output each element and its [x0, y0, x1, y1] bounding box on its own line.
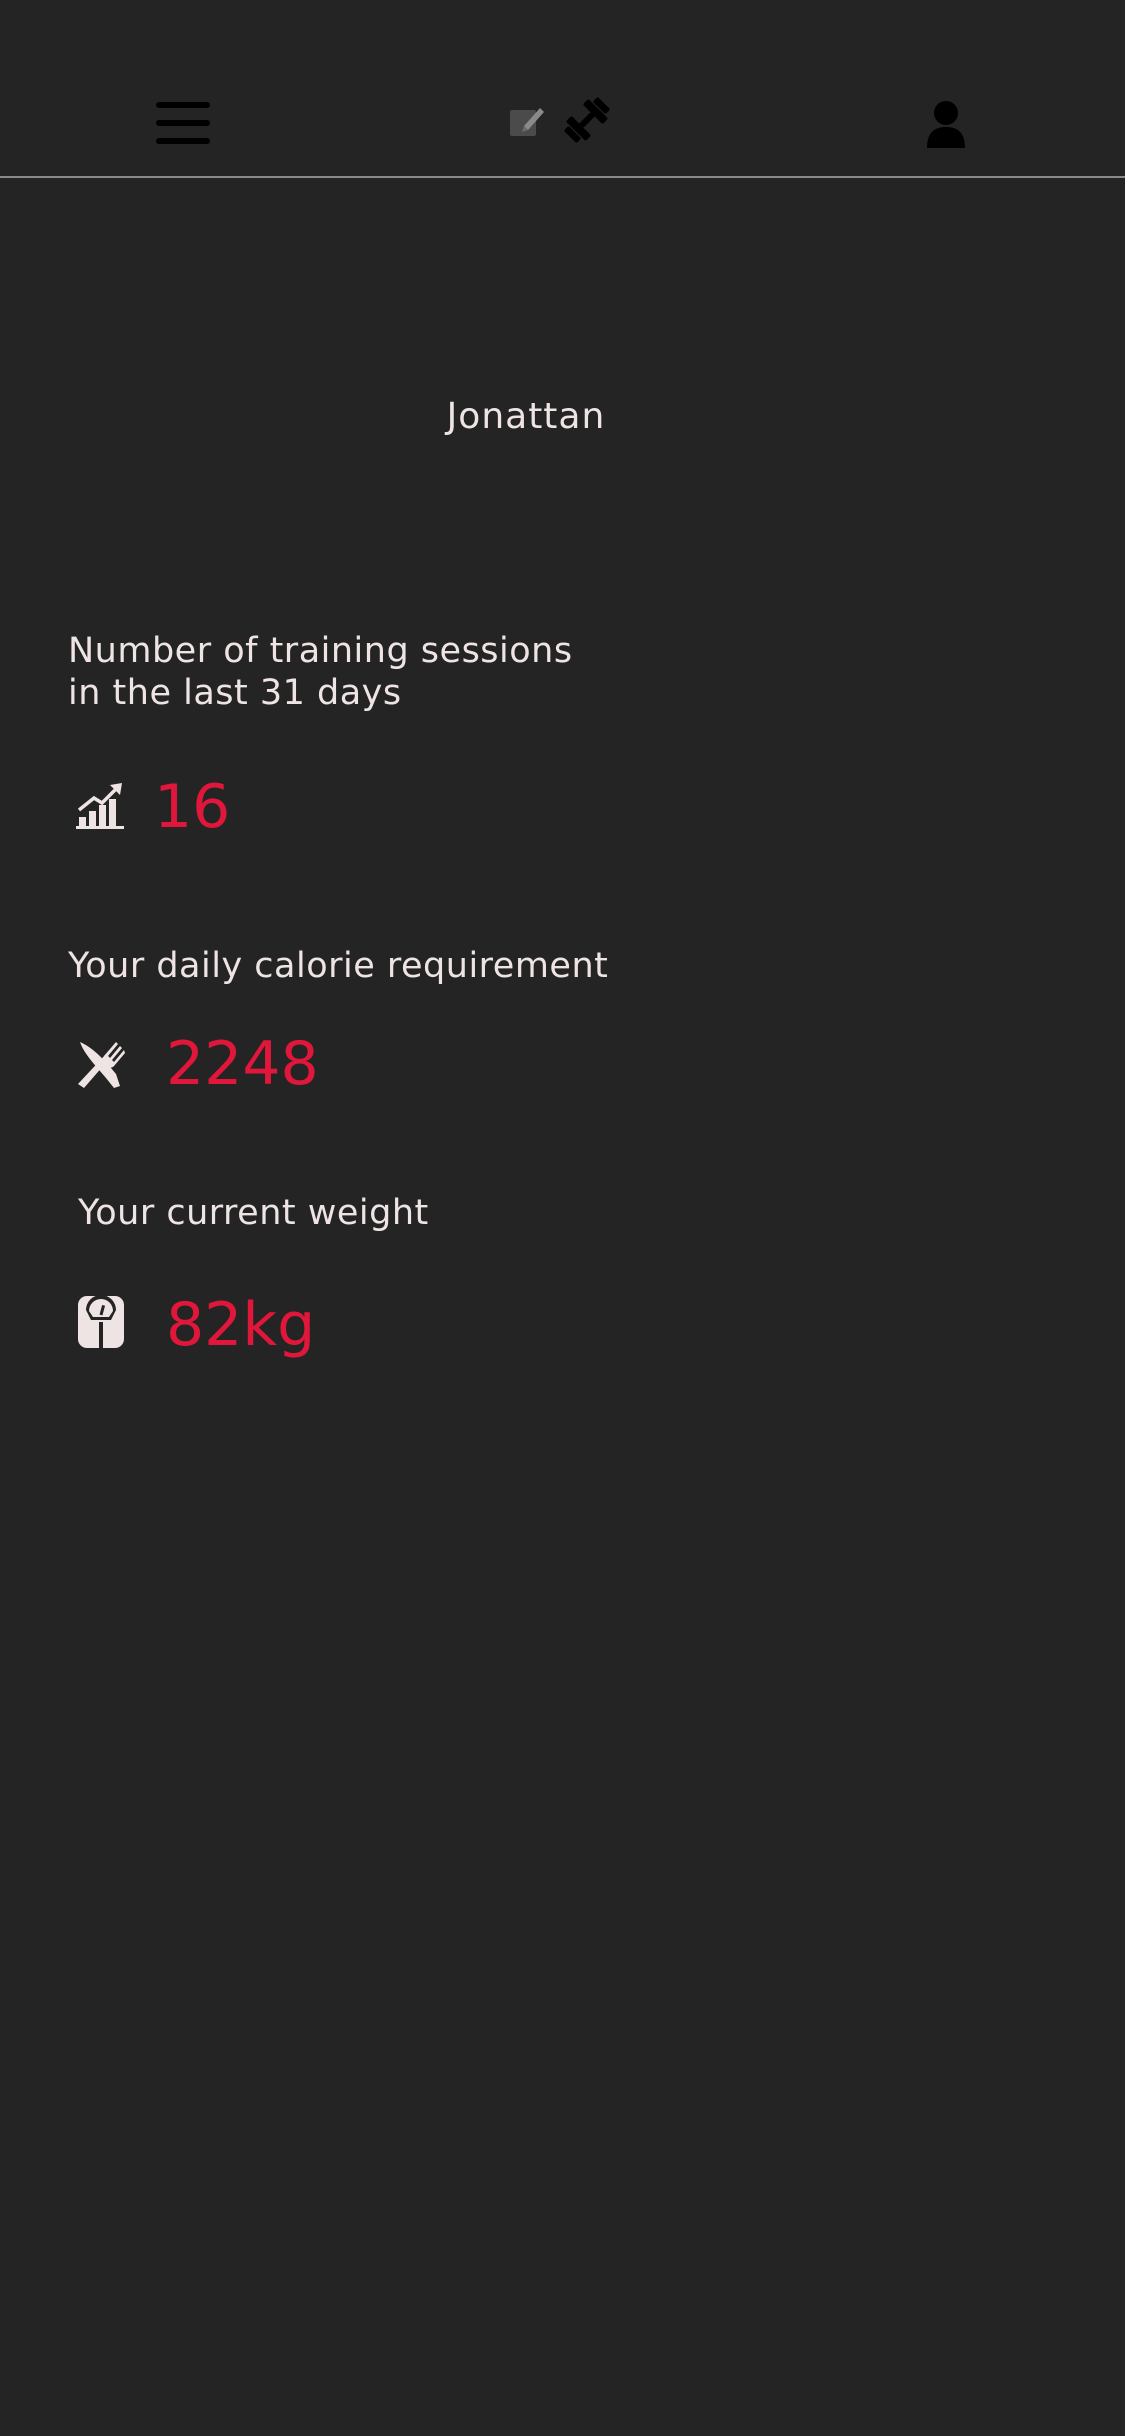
top-navbar — [0, 0, 1125, 178]
progress-chart-icon — [76, 783, 124, 829]
app-logo[interactable] — [506, 96, 612, 144]
calories-label: Your daily calorie requirement — [68, 946, 609, 986]
dashboard-page: Jonattan Number of training sessions in … — [0, 0, 1125, 2436]
sessions-label: Number of training sessions in the last … — [68, 630, 573, 714]
user-profile-icon[interactable] — [925, 100, 967, 150]
calories-value: 2248 — [166, 1029, 319, 1099]
edit-note-icon — [510, 108, 544, 136]
scale-icon — [78, 1296, 124, 1348]
hamburger-menu-icon[interactable] — [156, 102, 210, 144]
fork-knife-icon — [78, 1042, 125, 1088]
weight-value: 82kg — [166, 1290, 316, 1360]
dumbbell-icon — [564, 97, 610, 143]
sessions-label-line1: Number of training sessions — [68, 631, 573, 671]
sessions-value: 16 — [154, 772, 231, 842]
sessions-label-line2: in the last 31 days — [68, 673, 402, 713]
weight-label: Your current weight — [78, 1193, 429, 1233]
username-heading: Jonattan — [446, 396, 606, 437]
